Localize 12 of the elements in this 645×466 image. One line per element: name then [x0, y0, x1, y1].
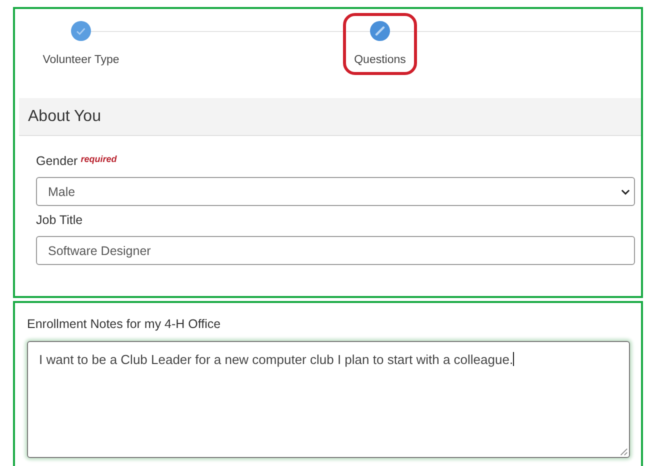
field-label: Gender	[36, 154, 78, 168]
field-label: Enrollment Notes for my 4-H Office	[27, 317, 222, 331]
gender-select[interactable]: Male	[36, 177, 635, 206]
step-label[interactable]: Volunteer Type	[42, 54, 120, 66]
resize-handle-icon[interactable]	[619, 447, 628, 456]
chevron-down-icon	[621, 188, 630, 194]
required-note: required	[80, 154, 117, 164]
field-label: Job Title	[36, 213, 83, 227]
step-label[interactable]: Questions	[354, 54, 406, 66]
notes-textarea[interactable]: I want to be a Club Leader for a new computer club I plan to start with a colleague.	[27, 341, 630, 458]
input-field[interactable]: Software Designer	[36, 236, 635, 265]
section-title: About You	[28, 108, 101, 126]
